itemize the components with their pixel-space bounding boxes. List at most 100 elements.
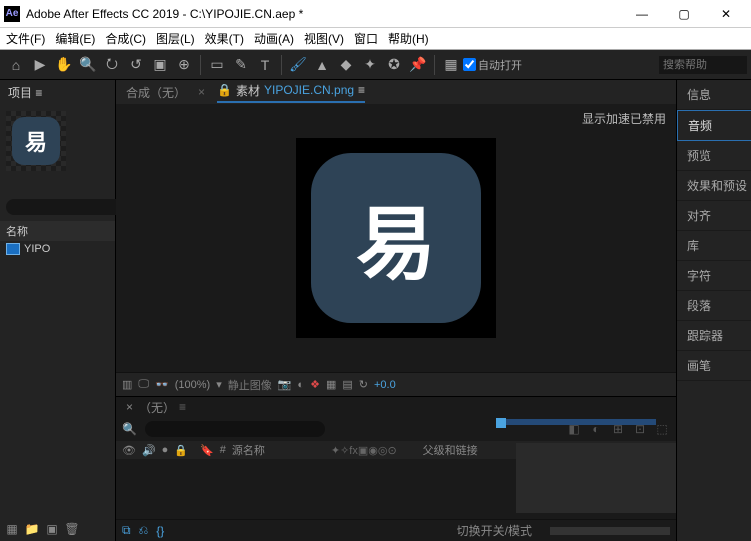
project-item-label: YIPO: [24, 243, 50, 255]
exposure-value[interactable]: +0.0: [374, 379, 396, 391]
goggles-icon[interactable]: 👓: [155, 378, 169, 391]
lock-icon: 🔒: [217, 83, 232, 97]
timeline-title[interactable]: （无）: [139, 399, 175, 416]
panel-paragraph[interactable]: 段落: [677, 291, 751, 321]
clone-tool-icon[interactable]: ▲: [311, 54, 333, 76]
hand-tool-icon[interactable]: ✋: [53, 54, 75, 76]
camera-tool-icon[interactable]: ▣: [149, 54, 171, 76]
minimize-button[interactable]: —: [621, 0, 663, 27]
zoom-tool-icon[interactable]: 🔍: [77, 54, 99, 76]
audio-col-icon[interactable]: 🔊: [142, 444, 156, 457]
anchor-tool-icon[interactable]: ⊕: [173, 54, 195, 76]
text-tool-icon[interactable]: T: [254, 54, 276, 76]
help-search-input[interactable]: [663, 59, 743, 71]
tl-link-icon[interactable]: ⧉: [122, 523, 131, 538]
menu-effect[interactable]: 效果(T): [205, 30, 244, 47]
grid-icon[interactable]: ▦: [326, 378, 336, 391]
menubar: 文件(F) 编辑(E) 合成(C) 图层(L) 效果(T) 动画(A) 视图(V…: [0, 28, 751, 50]
bin-folder-icon[interactable]: 📁: [24, 521, 40, 537]
brush-tool-icon[interactable]: 🖌: [287, 54, 309, 76]
panel-info[interactable]: 信息: [677, 80, 751, 110]
monitor-icon[interactable]: 🖵: [138, 378, 149, 391]
project-thumbnail: 易: [6, 111, 66, 171]
maximize-button[interactable]: ▢: [663, 0, 705, 27]
acceleration-message: 显示加速已禁用: [582, 110, 666, 127]
eye-col-icon[interactable]: 👁: [122, 444, 136, 457]
toolbar-divider: [434, 55, 435, 75]
window-title: Adobe After Effects CC 2019 - C:\YIPOJIE…: [26, 7, 303, 21]
tl-braces-icon[interactable]: {}: [156, 524, 164, 538]
refresh-icon[interactable]: ↻: [359, 378, 368, 391]
camera-icon[interactable]: 📷: [278, 378, 292, 391]
toolbar-divider: [200, 55, 201, 75]
project-panel-tab[interactable]: 项目 ≡: [0, 80, 115, 105]
playhead-icon[interactable]: [496, 418, 506, 428]
project-item[interactable]: YIPO: [0, 241, 115, 257]
home-icon[interactable]: ⌂: [5, 54, 27, 76]
lock-col-icon[interactable]: 🔒: [174, 444, 188, 457]
panel-character[interactable]: 字符: [677, 261, 751, 291]
snap-icon[interactable]: ▦: [440, 54, 462, 76]
timeline-close-icon[interactable]: ×: [126, 400, 133, 414]
app-icon: Ae: [4, 6, 20, 22]
timeline-search-input[interactable]: [145, 421, 325, 437]
preview-glyph: 易: [311, 153, 481, 323]
rotation-tool-icon[interactable]: ↺: [125, 54, 147, 76]
tab-composition[interactable]: 合成（无）: [126, 84, 186, 101]
transparency-icon[interactable]: ◐: [297, 379, 304, 391]
bin-trash-icon[interactable]: 🗑: [64, 521, 80, 537]
toggle-switches[interactable]: 切换开关/模式: [457, 522, 532, 539]
menu-composition[interactable]: 合成(C): [105, 30, 146, 47]
panel-brush[interactable]: 画笔: [677, 351, 751, 381]
col-source[interactable]: 源名称: [232, 442, 265, 458]
pen-tool-icon[interactable]: ✎: [230, 54, 252, 76]
orbit-tool-icon[interactable]: ⭮: [101, 54, 123, 76]
tl-branch-icon[interactable]: ⎌: [139, 523, 149, 538]
bin-8bpc-icon[interactable]: ▦: [4, 521, 20, 537]
autoopen-input[interactable]: [463, 58, 476, 71]
work-area[interactable]: [496, 419, 656, 425]
eraser-tool-icon[interactable]: ◆: [335, 54, 357, 76]
dropdown-icon[interactable]: ▾: [216, 378, 222, 391]
footage-filename: YIPOJIE.CN.png: [264, 83, 354, 97]
roto-tool-icon[interactable]: ✦: [359, 54, 381, 76]
toolbar-divider: [281, 55, 282, 75]
rectangle-tool-icon[interactable]: ▭: [206, 54, 228, 76]
panel-library[interactable]: 库: [677, 231, 751, 261]
solo-col-icon[interactable]: ●: [162, 444, 169, 456]
selection-tool-icon[interactable]: ▶: [29, 54, 51, 76]
menu-edit[interactable]: 编辑(E): [55, 30, 95, 47]
panel-audio[interactable]: 音频≡: [677, 110, 751, 141]
footbar-status: 静止图像: [228, 377, 272, 393]
menu-layer[interactable]: 图层(L): [156, 30, 195, 47]
col-parent[interactable]: 父级和链接: [423, 442, 478, 458]
panel-align[interactable]: 对齐: [677, 201, 751, 231]
guides-icon[interactable]: ▤: [342, 378, 352, 391]
time-ruler[interactable]: [496, 417, 656, 427]
tab-footage[interactable]: 🔒 素材 YIPOJIE.CN.png ≡: [217, 82, 365, 103]
timeline-search-icon: 🔍: [122, 422, 137, 436]
timeline-zoom-slider[interactable]: [550, 527, 670, 535]
pin-tool-icon[interactable]: 📌: [407, 54, 429, 76]
panel-preview[interactable]: 预览: [677, 141, 751, 171]
menu-animation[interactable]: 动画(A): [254, 30, 294, 47]
menu-view[interactable]: 视图(V): [304, 30, 344, 47]
channels-icon[interactable]: ❖: [310, 378, 320, 391]
close-button[interactable]: ✕: [705, 0, 747, 27]
panel-effects[interactable]: 效果和预设: [677, 171, 751, 201]
tl-icon-5[interactable]: ⬚: [654, 421, 670, 437]
help-search[interactable]: [659, 56, 747, 74]
zoom-level[interactable]: (100%): [175, 379, 210, 391]
thumbnail-glyph: 易: [12, 117, 60, 165]
puppet-tool-icon[interactable]: ✪: [383, 54, 405, 76]
menu-file[interactable]: 文件(F): [6, 30, 45, 47]
bin-comp-icon[interactable]: ▣: [44, 521, 60, 537]
autoopen-checkbox[interactable]: 自动打开: [463, 57, 522, 73]
panel-tracker[interactable]: 跟踪器: [677, 321, 751, 351]
preview-mini: [516, 443, 676, 513]
project-name-header[interactable]: 名称: [0, 221, 115, 241]
menu-window[interactable]: 窗口: [354, 30, 378, 47]
menu-help[interactable]: 帮助(H): [388, 30, 429, 47]
mag-icon[interactable]: ▥: [122, 378, 132, 391]
footage-preview[interactable]: 易: [296, 138, 496, 338]
